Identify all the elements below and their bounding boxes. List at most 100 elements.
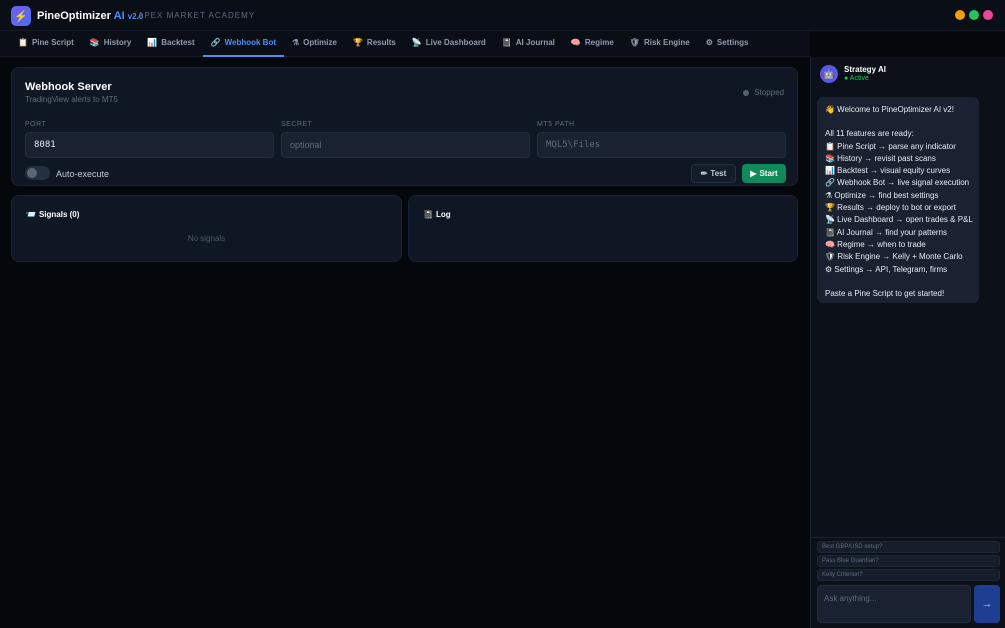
tab-bar: 📋 Pine Script 📚 History 📊 Backtest 🔗 Webhook… [0,31,810,57]
clipboard-icon: 📋 [18,38,28,47]
test-button-label: Test [710,169,727,178]
app-logo-icon: ⚡ [11,6,31,26]
tab-optimize[interactable]: ⚗ Optimize [284,31,345,57]
tab-label: Live Dashboard [425,38,486,47]
status-dot-icon [743,89,750,96]
assistant-sidebar: 🤖 Strategy AI ● Active 👋 Welcome to Pine… [810,57,1005,628]
minimize-button[interactable] [955,10,965,20]
feature-line: 📓 AI Journal → find your patterns [825,227,948,237]
feature-line: 📋 Pine Script → parse any indicator [825,141,956,151]
mt5-path-input[interactable]: MQL5\Files [537,132,786,158]
trophy-icon: 🏆 [352,38,363,47]
close-button[interactable] [983,10,993,20]
tab-backtest[interactable]: 📊 Backtest [139,31,202,57]
auto-execute-toggle[interactable] [25,166,50,180]
feature-line: ⚙ Settings → API, Telegram, firms [825,264,948,274]
signals-empty-state: No signals [187,234,226,243]
window-controls [955,10,993,20]
test-button[interactable]: ✏ Test [691,164,736,183]
mt5-path-label: MT5 PATH [537,121,575,128]
assistant-message: 👋 Welcome to PineOptimizer AI v2! All 11… [817,97,979,303]
secret-label: SECRET [281,121,313,128]
tab-label: AI Journal [515,38,555,47]
assistant-status: ● Active [844,75,869,82]
log-title-text: Log [435,210,451,219]
play-icon: ▶ [750,169,757,178]
tab-regime[interactable]: 🧠 Regime [563,31,622,57]
arrow-right-icon: → [981,598,993,610]
message-intro: All 11 features are ready: [825,129,914,139]
tab-history[interactable]: 📚 History [82,31,140,57]
maximize-button[interactable] [969,10,979,20]
brain-icon: 🧠 [570,38,581,47]
message-greeting: 👋 Welcome to PineOptimizer AI v2! [825,105,954,114]
webhook-server-card: Webhook Server TradingView alerts to MT5… [11,67,798,186]
sidebar-divider [811,537,1005,538]
shield-icon: 🛡 [629,38,640,47]
tab-label: Results [366,38,396,47]
pencil-icon: ✏ [700,169,708,178]
flask-icon: ⚗ [292,38,300,47]
tab-results[interactable]: 🏆 Results [345,31,404,57]
feature-line: 🔗 Webhook Bot → live signal execution [825,178,970,188]
toggle-knob [27,168,37,178]
books-icon: 📚 [89,38,100,47]
message-outro: Paste a Pine Script to get started! [825,288,945,298]
feature-line: ⚗ Optimize → find best settings [825,190,939,200]
notebook-icon: 📓 [501,38,512,47]
chat-input[interactable]: Ask anything... [817,585,971,623]
tab-label: Regime [584,38,614,47]
start-button[interactable]: ▶ Start [742,164,786,183]
log-title: 📓 Log [423,210,451,219]
send-button[interactable]: → [974,585,1000,623]
status-text: Stopped [754,88,784,97]
log-panel: 📓 Log [408,195,798,262]
tab-label: Pine Script [31,38,74,47]
tab-label: Backtest [161,38,195,47]
app-subtitle: APEX MARKET ACADEMY [138,11,256,20]
feature-line: 📚 History → revisit past scans [825,153,936,163]
suggestion-chip[interactable]: Best GBP/USD setup? [817,541,1000,553]
satellite-icon: 📡 [411,38,422,47]
signals-title-text: Signals (0) [38,210,80,219]
feature-line: 📡 Live Dashboard → open trades & P&L [825,215,973,225]
suggestion-chip[interactable]: Pass Blue Guardian? [817,555,1000,567]
notebook-icon: 📓 [423,210,433,219]
secret-input[interactable]: optional [281,132,530,158]
feature-line: 🏆 Results → deploy to bot or export [825,203,956,213]
title-bar: ⚡ PineOptimizer AI v2.0 APEX MARKET ACAD… [0,0,1005,31]
tab-label: History [103,38,132,47]
suggestion-chip[interactable]: Kelly Criterion? [817,569,1000,581]
app-name-ai: AI [113,10,125,22]
tab-label: Risk Engine [643,38,690,47]
tab-pine-script[interactable]: 📋 Pine Script [10,31,82,57]
feature-line: 📊 Backtest → visual equity curves [825,166,951,176]
app-name-text: PineOptimizer [37,10,111,22]
tab-webhook-bot[interactable]: 🔗 Webhook Bot [202,31,284,57]
signals-panel: 📨 Signals (0) No signals [11,195,402,262]
tab-label: Optimize [303,38,337,47]
tab-risk-engine[interactable]: 🛡 Risk Engine [622,31,698,57]
assistant-name: Strategy AI [844,65,886,74]
tab-label: Webhook Bot [224,38,276,47]
tab-label: Settings [716,38,749,47]
signals-title: 📨 Signals (0) [26,210,79,219]
auto-execute-label: Auto-execute [56,169,110,179]
port-input[interactable]: 8081 [25,132,274,158]
link-icon: 🔗 [210,38,221,47]
app-name: PineOptimizer AI v2.0 [37,10,143,22]
server-status: Stopped [743,88,784,97]
tab-settings[interactable]: ⚙ Settings [698,31,757,57]
tab-live-dashboard[interactable]: 📡 Live Dashboard [404,31,494,57]
webhook-server-title: Webhook Server [25,81,112,93]
feature-line: 🧠 Regime → when to trade [825,239,926,249]
start-button-label: Start [759,169,778,178]
port-label: PORT [25,121,47,128]
main-content: Webhook Server TradingView alerts to MT5… [0,57,810,628]
gear-icon: ⚙ [705,38,713,47]
robot-icon: 🤖 [820,65,838,83]
tab-ai-journal[interactable]: 📓 AI Journal [494,31,563,57]
webhook-server-subtitle: TradingView alerts to MT5 [25,95,118,104]
